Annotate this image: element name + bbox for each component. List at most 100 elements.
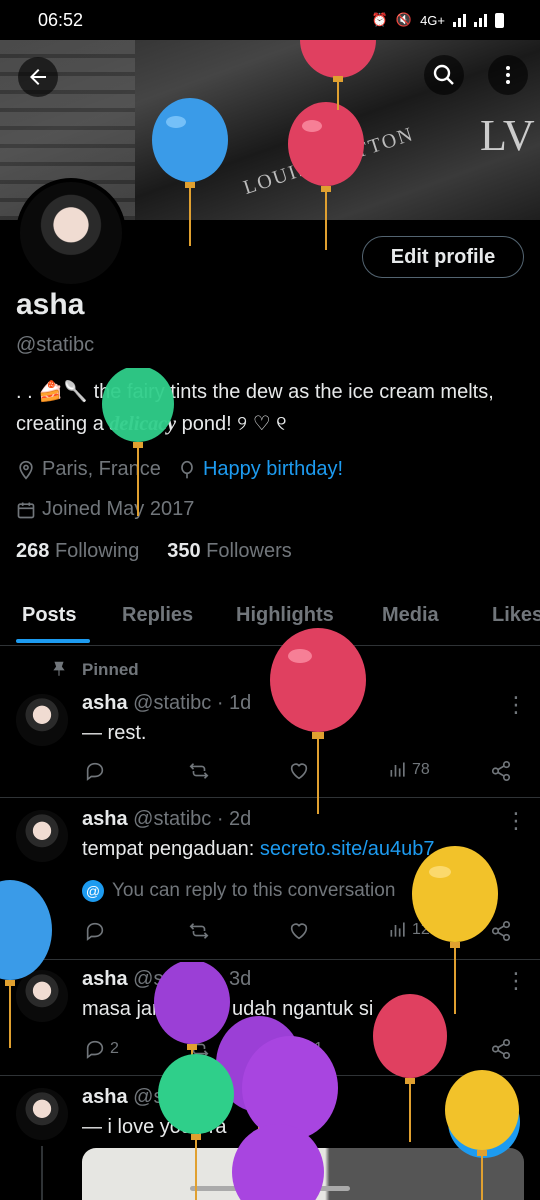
gesture-nav-bar[interactable]	[190, 1186, 350, 1191]
post-text: tempat pengaduan: secreto.site/au4ub7	[82, 838, 434, 861]
post-more-button[interactable]: ⋮	[505, 692, 527, 718]
like-count: 1	[314, 1040, 323, 1057]
views-button[interactable]: 128	[388, 920, 439, 940]
tab-media[interactable]: Media	[382, 604, 439, 627]
post-header: asha @statibc · 3d	[82, 968, 251, 991]
post-text: — rest.	[82, 722, 147, 744]
repost-button[interactable]	[188, 920, 210, 942]
post-author[interactable]: asha	[82, 808, 128, 830]
location-icon	[19, 460, 33, 480]
post-author[interactable]: asha	[82, 692, 128, 714]
post-actions: 128	[82, 920, 512, 944]
bio-emphasis: delicacy	[109, 413, 177, 435]
views-icon	[390, 762, 405, 777]
post-avatar[interactable]	[16, 810, 68, 862]
post-text: — i love you pra	[82, 1116, 227, 1138]
following-label: Following	[54, 540, 140, 562]
post-meta: @statibc · 2d	[133, 808, 252, 830]
post-header: asha @statibc	[82, 1086, 211, 1109]
signal-icon	[453, 13, 466, 27]
tab-highlights[interactable]: Highlights	[236, 604, 334, 627]
repost-button[interactable]	[188, 1038, 210, 1060]
post-item[interactable]: Pinned asha @statibc · 1d ⋮ — rest. 78	[0, 646, 540, 798]
signal-icon-2	[474, 13, 487, 27]
post-text: masa jam segini udah ngantuk si	[82, 998, 374, 1020]
tab-likes[interactable]: Likes	[492, 604, 540, 627]
post-author[interactable]: asha	[82, 1086, 128, 1108]
post-link[interactable]: secreto.site/au4ub7	[260, 838, 435, 860]
edit-profile-button[interactable]: Edit profile	[362, 236, 524, 278]
status-icons: ⏰ 🔇 4G+	[372, 12, 504, 28]
more-button[interactable]	[488, 55, 528, 95]
views-count: 78	[412, 761, 430, 778]
plus-icon: +	[472, 1099, 496, 1144]
post-avatar[interactable]	[16, 1088, 68, 1140]
post-meta: @statibc · 1d	[133, 692, 252, 714]
heart-icon	[290, 1041, 308, 1058]
post-actions: 78	[82, 760, 512, 784]
bio-lead: . . 🍰🥄	[16, 381, 94, 403]
share-icon	[491, 1039, 511, 1059]
views-button[interactable]: 200	[388, 1038, 439, 1058]
status-time: 06:52	[38, 9, 84, 30]
repost-icon	[189, 1041, 209, 1057]
reply-button[interactable]	[84, 920, 106, 942]
profile-handle: @statibc	[16, 334, 95, 356]
pin-icon	[53, 661, 65, 676]
reply-button[interactable]: 2	[84, 1038, 119, 1060]
post-item[interactable]: asha @statibc · 2d ⋮ tempat pengaduan: s…	[0, 798, 540, 960]
back-button[interactable]	[18, 57, 58, 97]
active-tab-indicator	[16, 639, 90, 643]
post-meta: @statibc · 3d	[133, 968, 252, 990]
post-media-image[interactable]	[82, 1148, 524, 1200]
reply-button[interactable]	[84, 760, 106, 782]
like-button[interactable]: 1	[288, 1038, 323, 1060]
heart-icon	[290, 923, 308, 940]
search-icon	[433, 64, 454, 85]
followers-count: 350	[167, 540, 201, 562]
share-button[interactable]	[490, 920, 512, 942]
post-meta: @statibc	[133, 1086, 212, 1108]
repost-icon	[189, 763, 209, 779]
search-button[interactable]	[424, 55, 464, 95]
views-icon	[390, 922, 405, 937]
post-item[interactable]: asha @statibc · 3d ⋮ masa jam segini uda…	[0, 960, 540, 1076]
profile-tabs: Posts Replies Highlights Media Likes	[0, 596, 540, 646]
post-header: asha @statibc · 2d	[82, 808, 251, 831]
following-link[interactable]: 268 Following	[16, 540, 139, 562]
post-more-button[interactable]: ⋮	[505, 808, 527, 834]
profile-meta-row: Paris, France Happy birthday!	[16, 458, 343, 481]
post-author[interactable]: asha	[82, 968, 128, 990]
tab-posts[interactable]: Posts	[22, 604, 76, 627]
bio-tail: pond! ୨ ♡ ୧	[176, 413, 287, 435]
reply-count: 2	[110, 1040, 119, 1057]
profile-joined: Joined May 2017	[42, 498, 195, 520]
post-more-button[interactable]: ⋮	[505, 968, 527, 994]
profile-location: Paris, France	[42, 458, 161, 480]
followers-link[interactable]: 350 Followers	[167, 540, 292, 562]
arrow-left-icon	[30, 69, 46, 85]
share-button[interactable]	[490, 1038, 512, 1060]
profile-avatar[interactable]	[16, 178, 126, 288]
like-button[interactable]	[288, 760, 310, 782]
repost-button[interactable]	[188, 760, 210, 782]
battery-icon	[495, 12, 504, 28]
followers-label: Followers	[206, 540, 292, 562]
reply-note-text: You can reply to this conversation	[112, 880, 396, 901]
birthday-link[interactable]: Happy birthday!	[203, 458, 343, 481]
like-button[interactable]	[288, 920, 310, 942]
post-actions: 2 1 200	[82, 1038, 512, 1062]
tab-replies[interactable]: Replies	[122, 604, 193, 627]
profile-bio: . . 🍰🥄 the fairy tints the dew as the ic…	[16, 376, 526, 440]
at-icon: @	[82, 880, 104, 902]
post-avatar[interactable]	[16, 694, 68, 746]
reply-icon	[86, 1040, 104, 1059]
share-icon	[491, 761, 511, 781]
post-avatar[interactable]	[16, 970, 68, 1022]
share-button[interactable]	[490, 760, 512, 782]
views-count: 200	[412, 1039, 439, 1056]
calendar-icon	[17, 502, 35, 518]
views-button[interactable]: 78	[388, 760, 430, 780]
post-text-prefix: tempat pengaduan:	[82, 838, 260, 860]
compose-button[interactable]: +	[448, 1086, 520, 1158]
